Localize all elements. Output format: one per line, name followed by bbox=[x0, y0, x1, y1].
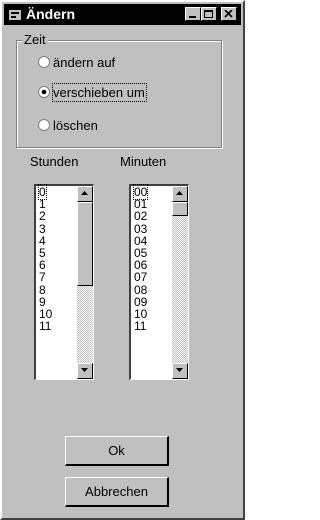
app-icon bbox=[9, 10, 21, 20]
hours-label: Stunden bbox=[30, 154, 79, 169]
arrow-down-icon bbox=[81, 368, 88, 372]
maximize-icon bbox=[204, 10, 213, 18]
close-icon bbox=[224, 10, 233, 18]
minutes-scrollbar[interactable] bbox=[172, 186, 188, 379]
radio-label: löschen bbox=[53, 118, 98, 133]
maximize-button[interactable] bbox=[201, 7, 217, 21]
minutes-label: Minuten bbox=[120, 154, 167, 169]
radio-label: ändern auf bbox=[53, 55, 116, 70]
radio-checked-icon bbox=[38, 86, 50, 98]
close-button[interactable] bbox=[221, 7, 237, 21]
cancel-button[interactable]: Abbrechen bbox=[65, 477, 169, 507]
arrow-up-icon bbox=[176, 191, 183, 195]
scroll-thumb[interactable] bbox=[172, 202, 188, 216]
scroll-down-button[interactable] bbox=[77, 363, 93, 379]
list-item[interactable]: 11 bbox=[134, 320, 170, 332]
ok-button[interactable]: Ok bbox=[65, 436, 169, 466]
radio-label: verschieben um bbox=[52, 83, 147, 102]
scroll-up-button[interactable] bbox=[77, 186, 93, 202]
minimize-button[interactable] bbox=[185, 7, 201, 21]
scroll-down-button[interactable] bbox=[172, 363, 188, 379]
arrow-down-icon bbox=[176, 368, 183, 372]
minutes-listbox[interactable]: 00 01 02 03 04 05 06 07 08 09 10 11 bbox=[129, 184, 189, 380]
scroll-up-button[interactable] bbox=[172, 186, 188, 202]
radio-unchecked-icon bbox=[38, 56, 50, 68]
arrow-up-icon bbox=[81, 191, 88, 195]
list-item[interactable]: 11 bbox=[39, 320, 75, 332]
dialog-window: Ändern Zeit ändern auf verschieben um lö… bbox=[0, 0, 245, 520]
hours-scrollbar[interactable] bbox=[77, 186, 93, 379]
time-group-label: Zeit bbox=[22, 32, 48, 48]
window-title: Ändern bbox=[26, 6, 75, 22]
scroll-thumb[interactable] bbox=[77, 202, 93, 286]
title-bar[interactable]: Ändern bbox=[4, 4, 241, 25]
hours-listbox[interactable]: 0 1 2 3 4 5 6 7 8 9 10 11 bbox=[34, 184, 94, 380]
radio-unchecked-icon bbox=[38, 119, 50, 131]
minimize-icon bbox=[189, 16, 196, 18]
